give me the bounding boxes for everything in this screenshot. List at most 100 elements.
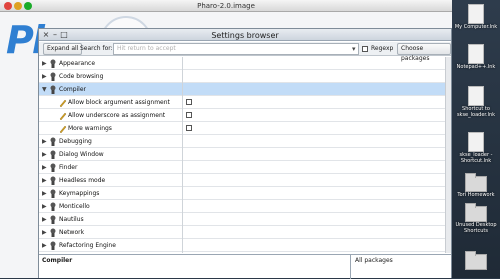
- folder-icon: [465, 251, 487, 270]
- folder-icon: [465, 203, 487, 222]
- settings-titlebar[interactable]: × – □ Settings browser: [39, 29, 451, 41]
- folder-icon: [465, 173, 487, 192]
- settings-category-icon: [49, 241, 57, 250]
- setting-pencil-icon: [59, 124, 67, 134]
- choose-packages-button[interactable]: Choose packages: [397, 43, 451, 62]
- desktop-shortcut-label: My Computer.lnk: [454, 24, 498, 30]
- category-label: Network: [59, 229, 85, 236]
- category-row[interactable]: ▶ Code browsing: [39, 70, 451, 83]
- desktop-shortcut[interactable]: skse_loader - Shortcut.lnk: [458, 132, 494, 164]
- settings-category-icon: [49, 215, 57, 224]
- category-label: Appearance: [59, 60, 96, 67]
- setting-checkbox[interactable]: [186, 99, 192, 105]
- regexp-label: Regexp: [371, 45, 394, 52]
- category-row[interactable]: ▶ Dialog Window: [39, 148, 451, 161]
- setting-row[interactable]: Allow underscore as assignment: [39, 109, 451, 122]
- expand-right-icon[interactable]: ▶: [42, 164, 47, 171]
- expand-all-button[interactable]: Expand all: [43, 43, 83, 55]
- file-icon: [468, 86, 484, 106]
- settings-tree: ▶ Appearance ▶ Code browsing ▼ Compiler Allow …: [39, 57, 451, 253]
- desktop-shortcut-label: Unused Desktop Shortcuts: [455, 222, 497, 234]
- setting-row[interactable]: Allow block argument assignment: [39, 96, 451, 109]
- settings-category-icon: [49, 189, 57, 198]
- category-label: Dialog Window: [59, 151, 104, 158]
- expand-right-icon[interactable]: ▶: [42, 73, 47, 80]
- settings-category-icon: [49, 72, 57, 81]
- expand-down-icon[interactable]: ▼: [42, 86, 47, 93]
- setting-description-panel: Compiler: [39, 255, 351, 279]
- settings-toolbar: Expand all Search for: Hit return to acc…: [39, 42, 451, 62]
- desktop-shortcut-label: skse_loader - Shortcut.lnk: [459, 152, 493, 164]
- settings-category-icon: [49, 85, 57, 94]
- category-label: Debugging: [59, 138, 92, 145]
- expand-right-icon[interactable]: ▶: [42, 138, 47, 145]
- category-label: Compiler: [59, 86, 87, 93]
- setting-checkbox[interactable]: [186, 125, 192, 131]
- setting-description-title: Compiler: [42, 257, 73, 264]
- expand-right-icon[interactable]: ▶: [42, 203, 47, 210]
- category-label: Keymappings: [59, 190, 100, 197]
- expand-right-icon[interactable]: ▶: [42, 216, 47, 223]
- search-label: Search for:: [80, 45, 113, 52]
- category-row[interactable]: ▶ Debugging: [39, 135, 451, 148]
- category-row[interactable]: ▶ Headless mode: [39, 174, 451, 187]
- column-divider[interactable]: [182, 57, 183, 253]
- settings-category-icon: [49, 150, 57, 159]
- setting-label: Allow underscore as assignment: [68, 112, 166, 119]
- expand-right-icon[interactable]: ▶: [42, 60, 47, 67]
- expand-right-icon[interactable]: ▶: [42, 242, 47, 249]
- expand-right-icon[interactable]: ▶: [42, 190, 47, 197]
- category-label: Nautilus: [59, 216, 84, 223]
- desktop-shortcut[interactable]: Unused Desktop Shortcuts: [455, 203, 497, 234]
- category-row[interactable]: ▶ Network: [39, 226, 451, 239]
- setting-pencil-icon: [59, 111, 67, 121]
- settings-category-icon: [49, 228, 57, 237]
- category-row[interactable]: ▶ Appearance: [39, 57, 451, 70]
- setting-label: More warnings: [68, 125, 112, 132]
- desktop-shortcut-label: Shortcut to skse_loader.lnk: [456, 106, 496, 118]
- expand-right-icon[interactable]: ▶: [42, 151, 47, 158]
- desktop-shortcut-label: Notepad++.lnk: [456, 64, 496, 70]
- tree-scrollbar[interactable]: [445, 57, 451, 253]
- setting-label: Allow block argument assignment: [68, 99, 170, 106]
- setting-pencil-icon: [59, 98, 67, 108]
- desktop-shortcut[interactable]: [458, 251, 494, 270]
- category-row[interactable]: ▶ Keymappings: [39, 187, 451, 200]
- settings-category-icon: [49, 202, 57, 211]
- category-label: Monticello: [59, 203, 90, 210]
- package-filter-label: All packages: [355, 257, 393, 264]
- file-icon: [468, 4, 484, 24]
- file-icon: [468, 132, 484, 152]
- category-row[interactable]: ▶ Refactoring Engine: [39, 239, 451, 252]
- category-row[interactable]: ▶ Monticello: [39, 200, 451, 213]
- settings-title: Settings browser: [211, 31, 279, 40]
- expand-right-icon[interactable]: ▶: [42, 229, 47, 236]
- setting-checkbox[interactable]: [186, 112, 192, 118]
- settings-category-icon: [49, 59, 57, 68]
- search-history-dropdown-icon[interactable]: ▾: [352, 45, 356, 53]
- desktop-shortcut[interactable]: My Computer.lnk: [455, 4, 497, 30]
- category-row[interactable]: ▼ Compiler: [39, 83, 451, 96]
- file-icon: [468, 44, 484, 64]
- category-label: Headless mode: [59, 177, 106, 184]
- settings-browser-window: × – □ Settings browser Expand all Search…: [38, 28, 452, 279]
- search-input[interactable]: Hit return to accept: [113, 43, 359, 55]
- settings-category-icon: [49, 176, 57, 185]
- desktop-shortcut[interactable]: Notepad++.lnk: [457, 44, 495, 70]
- category-row[interactable]: ▶ Finder: [39, 161, 451, 174]
- desktop-shortcut[interactable]: Shortcut to skse_loader.lnk: [457, 86, 495, 118]
- windows-desktop: My Computer.lnk Notepad++.lnk Shortcut to …: [452, 0, 500, 278]
- desktop-shortcut-label: Tori Homework: [457, 192, 495, 198]
- window-title: Pharo-2.0.image: [197, 2, 255, 10]
- category-label: Refactoring Engine: [59, 242, 116, 249]
- settings-category-icon: [49, 163, 57, 172]
- category-row[interactable]: ▶ Nautilus: [39, 213, 451, 226]
- expand-right-icon[interactable]: ▶: [42, 177, 47, 184]
- regexp-checkbox[interactable]: [362, 46, 368, 52]
- settings-category-icon: [49, 137, 57, 146]
- category-label: Finder: [59, 164, 78, 171]
- category-label: Code browsing: [59, 73, 104, 80]
- pharo-titlebar: Pharo-2.0.image: [0, 0, 452, 12]
- desktop-shortcut[interactable]: Tori Homework: [457, 173, 495, 198]
- setting-row[interactable]: More warnings: [39, 122, 451, 135]
